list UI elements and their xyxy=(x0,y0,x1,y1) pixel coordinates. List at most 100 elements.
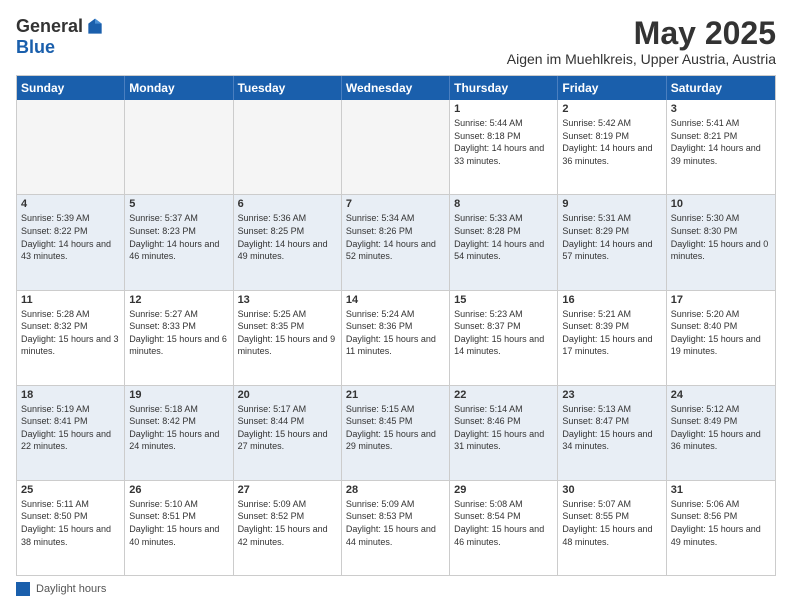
day-cell-13: 13Sunrise: 5:25 AMSunset: 8:35 PMDayligh… xyxy=(234,291,342,385)
logo-blue: Blue xyxy=(16,37,55,57)
location-title: Aigen im Muehlkreis, Upper Austria, Aust… xyxy=(507,51,776,67)
day-number: 10 xyxy=(671,198,771,210)
day-cell-12: 12Sunrise: 5:27 AMSunset: 8:33 PMDayligh… xyxy=(125,291,233,385)
day-info: Sunrise: 5:17 AMSunset: 8:44 PMDaylight:… xyxy=(238,403,337,453)
empty-cell xyxy=(17,100,125,194)
day-number: 19 xyxy=(129,389,228,401)
weekday-header-wednesday: Wednesday xyxy=(342,76,450,100)
day-cell-30: 30 Sunrise: 5:07 AMSunset: 8:55 PMDayligh… xyxy=(558,481,666,575)
day-number: 7 xyxy=(346,198,445,210)
calendar-body: 1 Sunrise: 5:44 AMSunset: 8:18 PMDaylight… xyxy=(17,100,775,575)
day-cell-6: 6Sunrise: 5:36 AMSunset: 8:25 PMDaylight… xyxy=(234,195,342,289)
day-cell-31: 31 Sunrise: 5:06 AMSunset: 8:56 PMDayligh… xyxy=(667,481,775,575)
day-number: 26 xyxy=(129,484,228,496)
empty-cell xyxy=(125,100,233,194)
day-number: 17 xyxy=(671,294,771,306)
day-number: 28 xyxy=(346,484,445,496)
day-info: Sunrise: 5:28 AMSunset: 8:32 PMDaylight:… xyxy=(21,308,120,358)
day-info: Sunrise: 5:23 AMSunset: 8:37 PMDaylight:… xyxy=(454,308,553,358)
day-info: Sunrise: 5:14 AMSunset: 8:46 PMDaylight:… xyxy=(454,403,553,453)
day-info: Sunrise: 5:31 AMSunset: 8:29 PMDaylight:… xyxy=(562,212,661,262)
daylight-label: Daylight hours xyxy=(36,583,106,595)
daylight-box xyxy=(16,582,30,596)
day-cell-25: 25 Sunrise: 5:11 AMSunset: 8:50 PMDayligh… xyxy=(17,481,125,575)
day-cell-10: 10 Sunrise: 5:30 AMSunset: 8:30 PMDayligh… xyxy=(667,195,775,289)
day-cell-14: 14 Sunrise: 5:24 AMSunset: 8:36 PMDayligh… xyxy=(342,291,450,385)
day-cell-24: 24 Sunrise: 5:12 AMSunset: 8:49 PMDayligh… xyxy=(667,386,775,480)
calendar-row-3: 18Sunrise: 5:19 AMSunset: 8:41 PMDayligh… xyxy=(17,386,775,481)
calendar-header: SundayMondayTuesdayWednesdayThursdayFrid… xyxy=(17,76,775,100)
day-number: 1 xyxy=(454,103,553,115)
calendar-row-1: 4 Sunrise: 5:39 AMSunset: 8:22 PMDaylight… xyxy=(17,195,775,290)
title-block: May 2025 Aigen im Muehlkreis, Upper Aust… xyxy=(507,16,776,67)
day-number: 12 xyxy=(129,294,228,306)
day-info: Sunrise: 5:09 AMSunset: 8:52 PMDaylight:… xyxy=(238,498,337,548)
day-cell-17: 17Sunrise: 5:20 AMSunset: 8:40 PMDayligh… xyxy=(667,291,775,385)
day-info: Sunrise: 5:33 AMSunset: 8:28 PMDaylight:… xyxy=(454,212,553,262)
day-number: 25 xyxy=(21,484,120,496)
day-info: Sunrise: 5:39 AMSunset: 8:22 PMDaylight:… xyxy=(21,212,120,262)
day-number: 20 xyxy=(238,389,337,401)
day-number: 27 xyxy=(238,484,337,496)
day-info: Sunrise: 5:42 AMSunset: 8:19 PMDaylight:… xyxy=(562,117,661,167)
day-cell-21: 21 Sunrise: 5:15 AMSunset: 8:45 PMDayligh… xyxy=(342,386,450,480)
weekday-header-saturday: Saturday xyxy=(667,76,775,100)
day-number: 8 xyxy=(454,198,553,210)
day-cell-7: 7 Sunrise: 5:34 AMSunset: 8:26 PMDaylight… xyxy=(342,195,450,289)
weekday-header-monday: Monday xyxy=(125,76,233,100)
weekday-header-tuesday: Tuesday xyxy=(234,76,342,100)
day-number: 4 xyxy=(21,198,120,210)
day-info: Sunrise: 5:25 AMSunset: 8:35 PMDaylight:… xyxy=(238,308,337,358)
day-number: 29 xyxy=(454,484,553,496)
day-cell-26: 26Sunrise: 5:10 AMSunset: 8:51 PMDayligh… xyxy=(125,481,233,575)
day-info: Sunrise: 5:24 AMSunset: 8:36 PMDaylight:… xyxy=(346,308,445,358)
calendar-row-4: 25 Sunrise: 5:11 AMSunset: 8:50 PMDayligh… xyxy=(17,481,775,575)
day-number: 11 xyxy=(21,294,120,306)
day-number: 23 xyxy=(562,389,661,401)
day-cell-4: 4 Sunrise: 5:39 AMSunset: 8:22 PMDaylight… xyxy=(17,195,125,289)
day-info: Sunrise: 5:08 AMSunset: 8:54 PMDaylight:… xyxy=(454,498,553,548)
day-number: 2 xyxy=(562,103,661,115)
day-number: 9 xyxy=(562,198,661,210)
day-number: 18 xyxy=(21,389,120,401)
empty-cell xyxy=(342,100,450,194)
day-cell-20: 20 Sunrise: 5:17 AMSunset: 8:44 PMDayligh… xyxy=(234,386,342,480)
footer: Daylight hours xyxy=(16,582,776,596)
day-cell-22: 22Sunrise: 5:14 AMSunset: 8:46 PMDayligh… xyxy=(450,386,558,480)
day-cell-18: 18Sunrise: 5:19 AMSunset: 8:41 PMDayligh… xyxy=(17,386,125,480)
day-number: 15 xyxy=(454,294,553,306)
day-info: Sunrise: 5:11 AMSunset: 8:50 PMDaylight:… xyxy=(21,498,120,548)
weekday-header-sunday: Sunday xyxy=(17,76,125,100)
day-info: Sunrise: 5:30 AMSunset: 8:30 PMDaylight:… xyxy=(671,212,771,262)
day-info: Sunrise: 5:15 AMSunset: 8:45 PMDaylight:… xyxy=(346,403,445,453)
day-cell-5: 5Sunrise: 5:37 AMSunset: 8:23 PMDaylight… xyxy=(125,195,233,289)
day-info: Sunrise: 5:12 AMSunset: 8:49 PMDaylight:… xyxy=(671,403,771,453)
day-cell-27: 27 Sunrise: 5:09 AMSunset: 8:52 PMDayligh… xyxy=(234,481,342,575)
day-cell-11: 11 Sunrise: 5:28 AMSunset: 8:32 PMDayligh… xyxy=(17,291,125,385)
day-info: Sunrise: 5:34 AMSunset: 8:26 PMDaylight:… xyxy=(346,212,445,262)
weekday-header-thursday: Thursday xyxy=(450,76,558,100)
day-info: Sunrise: 5:44 AMSunset: 8:18 PMDaylight:… xyxy=(454,117,553,167)
day-number: 31 xyxy=(671,484,771,496)
day-number: 30 xyxy=(562,484,661,496)
day-cell-8: 8 Sunrise: 5:33 AMSunset: 8:28 PMDaylight… xyxy=(450,195,558,289)
month-title: May 2025 xyxy=(507,16,776,51)
day-number: 24 xyxy=(671,389,771,401)
day-number: 21 xyxy=(346,389,445,401)
day-cell-29: 29 Sunrise: 5:08 AMSunset: 8:54 PMDayligh… xyxy=(450,481,558,575)
day-cell-19: 19 Sunrise: 5:18 AMSunset: 8:42 PMDayligh… xyxy=(125,386,233,480)
day-info: Sunrise: 5:07 AMSunset: 8:55 PMDaylight:… xyxy=(562,498,661,548)
day-cell-3: 3Sunrise: 5:41 AMSunset: 8:21 PMDaylight… xyxy=(667,100,775,194)
day-number: 3 xyxy=(671,103,771,115)
day-cell-23: 23 Sunrise: 5:13 AMSunset: 8:47 PMDayligh… xyxy=(558,386,666,480)
weekday-header-friday: Friday xyxy=(558,76,666,100)
day-info: Sunrise: 5:06 AMSunset: 8:56 PMDaylight:… xyxy=(671,498,771,548)
day-cell-15: 15 Sunrise: 5:23 AMSunset: 8:37 PMDayligh… xyxy=(450,291,558,385)
day-number: 16 xyxy=(562,294,661,306)
logo-general: General xyxy=(16,16,83,37)
day-number: 14 xyxy=(346,294,445,306)
day-info: Sunrise: 5:13 AMSunset: 8:47 PMDaylight:… xyxy=(562,403,661,453)
logo: General Blue xyxy=(16,16,105,58)
day-cell-16: 16Sunrise: 5:21 AMSunset: 8:39 PMDayligh… xyxy=(558,291,666,385)
day-info: Sunrise: 5:18 AMSunset: 8:42 PMDaylight:… xyxy=(129,403,228,453)
